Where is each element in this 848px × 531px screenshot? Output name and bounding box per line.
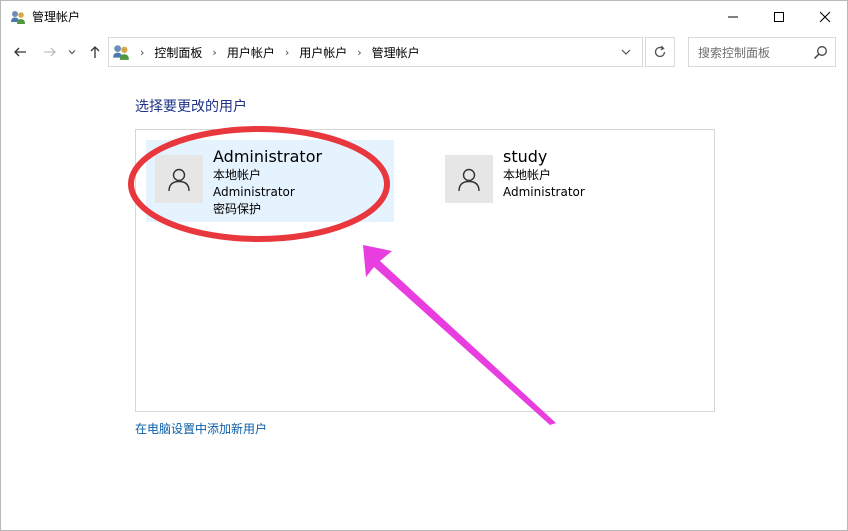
user-icon: [168, 168, 190, 192]
user-tile-administrator[interactable]: Administrator 本地帐户 Administrator 密码保护: [146, 140, 394, 222]
user-name: study: [503, 147, 548, 166]
chevron-right-icon[interactable]: ›: [212, 46, 216, 59]
refresh-button[interactable]: [645, 37, 675, 67]
avatar: [445, 155, 493, 203]
minimize-button[interactable]: [710, 1, 756, 32]
refresh-icon: [654, 45, 666, 58]
back-button[interactable]: [9, 41, 31, 63]
breadcrumb-user-accounts-2[interactable]: 用户帐户: [299, 44, 347, 61]
maximize-button[interactable]: [756, 1, 802, 32]
minimize-icon: [728, 16, 738, 17]
page-heading: 选择要更改的用户: [135, 99, 247, 115]
recent-locations-button[interactable]: [65, 41, 79, 63]
search-placeholder: 搜索控制面板: [698, 45, 771, 60]
user-list-panel: Administrator 本地帐户 Administrator 密码保护 st…: [135, 129, 715, 412]
window: 管理帐户 › 控制面板 › 用户帐户 › 用户帐户 › 管理帐户 搜索控制面板 …: [0, 0, 848, 531]
user-role: Administrator: [503, 185, 585, 199]
user-account-type: 本地帐户: [213, 168, 262, 182]
chevron-right-icon: ›: [140, 45, 145, 59]
chevron-down-icon: [68, 50, 76, 55]
user-role: Administrator: [213, 185, 295, 199]
user-icon: [458, 168, 480, 192]
avatar: [155, 155, 203, 203]
user-password-status: 密码保护: [213, 202, 262, 216]
maximize-icon: [774, 11, 784, 22]
user-accounts-icon: [113, 45, 129, 60]
close-icon: [819, 11, 831, 22]
breadcrumb-manage-accounts[interactable]: 管理帐户: [372, 44, 420, 61]
user-tile-study[interactable]: study 本地帐户 Administrator: [436, 140, 676, 222]
user-name: Administrator: [213, 147, 323, 166]
window-title: 管理帐户: [32, 10, 81, 24]
forward-button[interactable]: [39, 41, 61, 63]
search-icon: [813, 46, 827, 60]
chevron-down-icon: [621, 49, 631, 55]
chevron-right-icon[interactable]: ›: [285, 46, 289, 59]
arrow-right-icon: [44, 47, 56, 57]
title-bar: 管理帐户: [1, 1, 847, 32]
breadcrumb-control-panel[interactable]: 控制面板: [154, 44, 202, 61]
user-info: Administrator 本地帐户 Administrator 密码保护: [213, 147, 322, 222]
up-button[interactable]: [84, 41, 106, 63]
user-info: study 本地帐户 Administrator: [503, 147, 585, 222]
arrow-up-icon: [90, 46, 100, 58]
arrow-left-icon: [14, 47, 26, 57]
navigation-bar: › 控制面板 › 用户帐户 › 用户帐户 › 管理帐户 搜索控制面板: [1, 34, 847, 70]
user-accounts-icon: [11, 11, 25, 24]
address-bar[interactable]: › 控制面板 › 用户帐户 › 用户帐户 › 管理帐户: [108, 37, 643, 67]
search-input[interactable]: 搜索控制面板: [688, 37, 836, 67]
user-account-type: 本地帐户: [503, 168, 552, 182]
address-dropdown-button[interactable]: [610, 38, 642, 66]
close-button[interactable]: [802, 1, 847, 32]
add-new-user-link[interactable]: 在电脑设置中添加新用户: [135, 420, 267, 437]
chevron-right-icon[interactable]: ›: [357, 46, 361, 59]
breadcrumb-user-accounts[interactable]: 用户帐户: [227, 44, 275, 61]
